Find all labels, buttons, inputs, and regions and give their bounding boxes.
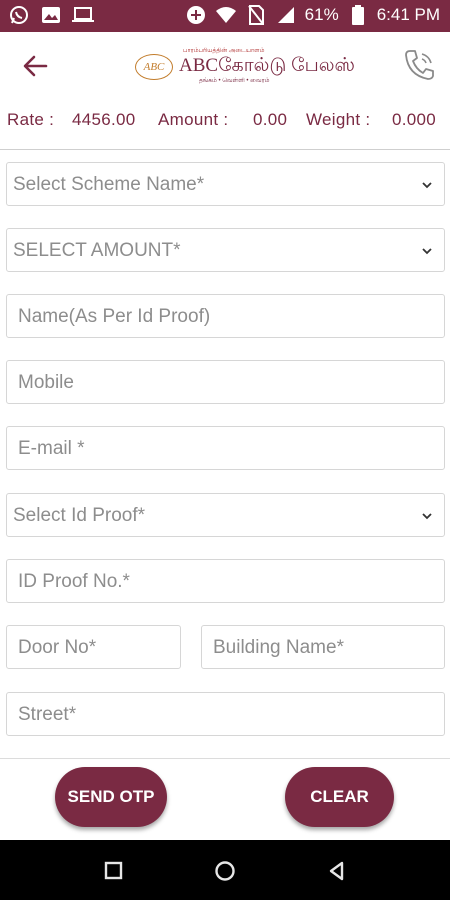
rate-summary: Rate : 4456.00 Amount : 0.00 Weight : 0.…	[0, 100, 450, 140]
recent-apps-icon[interactable]	[103, 860, 125, 882]
home-icon[interactable]	[214, 860, 236, 882]
logo-tagline-bottom: தங்கம் • வெள்ளி • வைரம்	[199, 78, 270, 84]
signal-icon	[275, 4, 297, 26]
building-name-input[interactable]: Building Name*	[201, 625, 445, 669]
data-saver-icon	[185, 4, 207, 26]
form-bottom-divider	[0, 758, 450, 759]
battery-icon	[347, 4, 369, 26]
logo-brand-name: ABCகோல்டு பேலஸ்	[179, 55, 355, 76]
mobile-input-placeholder: Mobile	[18, 372, 74, 393]
name-input[interactable]: Name(As Per Id Proof)	[6, 294, 445, 338]
rate-value: 4456.00	[72, 110, 136, 129]
amount-label: Amount :	[158, 110, 229, 129]
laptop-icon	[72, 4, 94, 26]
id-proof-number-input[interactable]: ID Proof No.*	[6, 559, 445, 603]
mobile-input[interactable]: Mobile	[6, 360, 445, 404]
phone-call-icon[interactable]	[404, 48, 436, 82]
name-input-placeholder: Name(As Per Id Proof)	[18, 306, 211, 327]
rate-label: Rate :	[7, 110, 55, 129]
email-input-placeholder: E-mail *	[18, 438, 85, 459]
street-input-placeholder: Street*	[18, 704, 77, 725]
back-arrow-icon[interactable]	[20, 52, 50, 80]
send-otp-button[interactable]: SEND OTP	[55, 767, 167, 827]
status-bar: 61% 6:41 PM	[0, 0, 450, 32]
weight-label: Weight :	[306, 110, 371, 129]
id-proof-number-placeholder: ID Proof No.*	[18, 571, 130, 592]
system-navigation-bar	[0, 840, 450, 900]
whatsapp-icon	[8, 4, 30, 26]
amount-select-text: SELECT AMOUNT*	[13, 240, 181, 261]
no-sim-icon	[245, 4, 267, 26]
back-nav-icon[interactable]	[326, 860, 348, 882]
chevron-down-icon	[422, 182, 432, 189]
image-icon	[40, 4, 62, 26]
wifi-icon	[215, 4, 237, 26]
door-no-placeholder: Door No*	[18, 637, 97, 658]
logo-monogram: ABC	[135, 54, 173, 80]
clear-button[interactable]: CLEAR	[285, 767, 394, 827]
brand-logo: ABC பாரம்பரியத்தின் அடையாளம் ABCகோல்டு ப…	[135, 48, 355, 88]
chevron-down-icon	[422, 248, 432, 255]
email-input[interactable]: E-mail *	[6, 426, 445, 470]
chevron-down-icon	[422, 513, 432, 520]
amount-select[interactable]: SELECT AMOUNT*	[6, 228, 445, 272]
amount-value: 0.00	[253, 110, 288, 129]
status-time: 6:41 PM	[376, 5, 440, 24]
scheme-name-select-text: Select Scheme Name*	[13, 174, 205, 195]
app-header: ABC பாரம்பரியத்தின் அடையாளம் ABCகோல்டு ப…	[0, 32, 450, 100]
id-proof-select[interactable]: Select Id Proof*	[6, 493, 445, 537]
weight-value: 0.000	[392, 110, 437, 129]
id-proof-select-text: Select Id Proof*	[13, 505, 146, 526]
building-name-placeholder: Building Name*	[213, 637, 344, 658]
header-divider	[0, 149, 450, 150]
scheme-name-select[interactable]: Select Scheme Name*	[6, 162, 445, 206]
logo-tagline-top: பாரம்பரியத்தின் அடையாளம்	[183, 48, 265, 54]
street-input[interactable]: Street*	[6, 692, 445, 736]
door-no-input[interactable]: Door No*	[6, 625, 181, 669]
battery-percent: 61%	[304, 5, 339, 24]
